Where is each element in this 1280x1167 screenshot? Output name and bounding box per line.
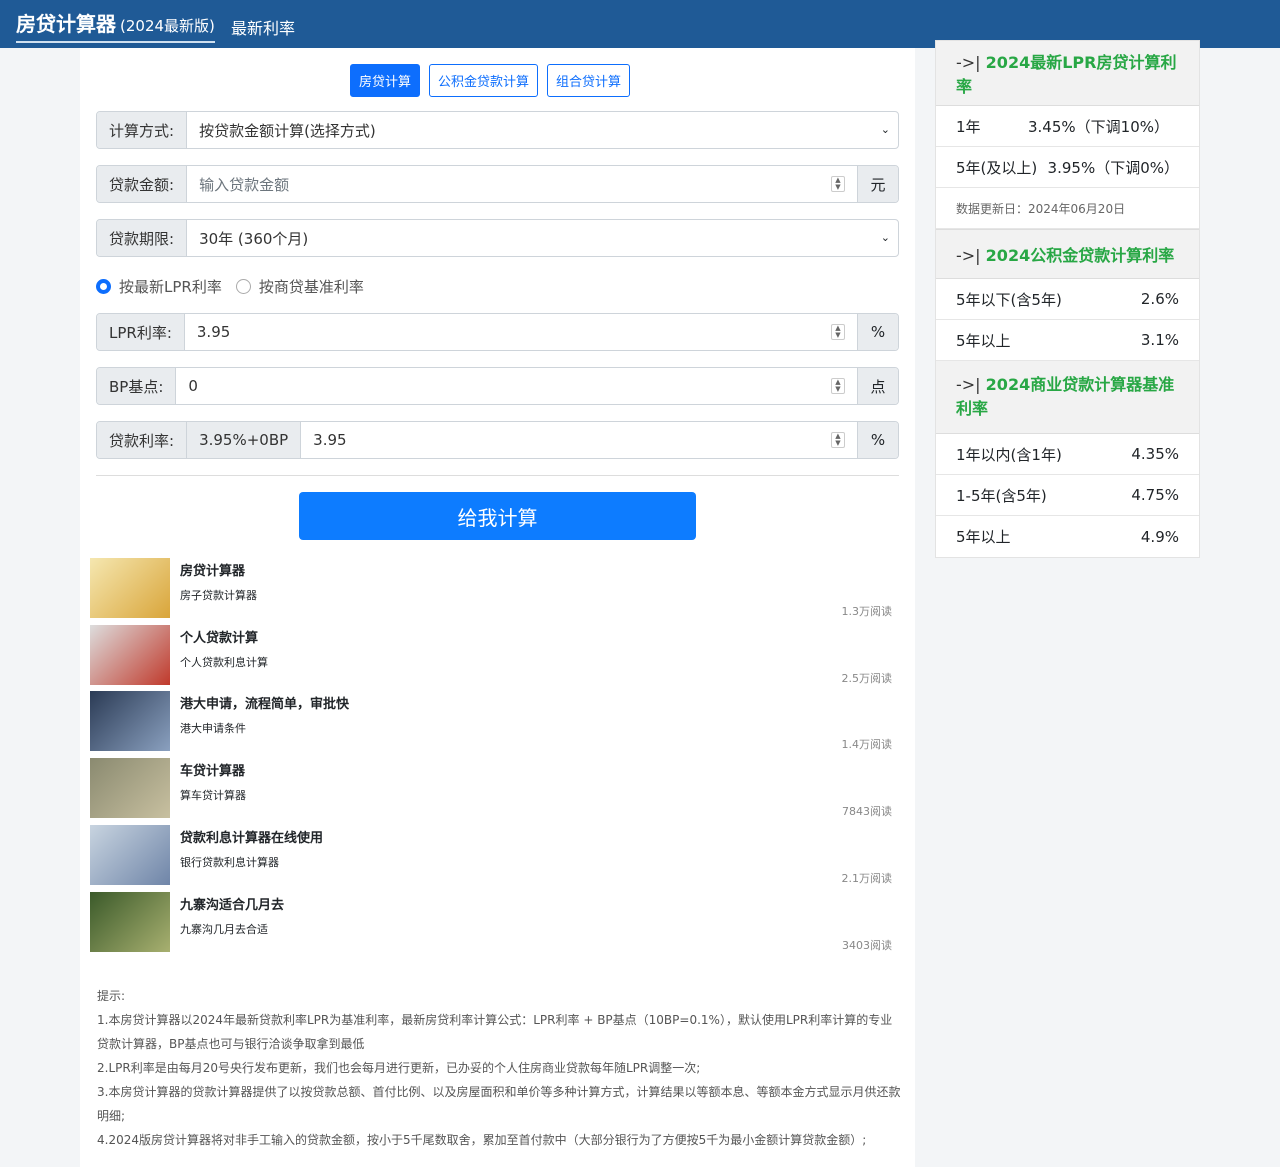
- site-logo[interactable]: 房贷计算器 (2024最新版): [16, 8, 215, 43]
- lpr-rate-card: ->| 2024最新LPR房贷计算利率 1年 3.45%（下调10%） 5年(及以…: [935, 40, 1200, 558]
- rate-row: 5年以上 3.1%: [936, 320, 1199, 361]
- article-reads: 7843阅读: [842, 805, 892, 819]
- rate-row: 1年以内(含1年) 4.35%: [936, 434, 1199, 475]
- article-subtitle: 银行贷款利息计算器: [180, 855, 279, 869]
- radio-base-label: 按商贷基准利率: [258, 278, 364, 296]
- rate-input[interactable]: 3.95 ▲ ▼: [301, 422, 857, 458]
- lpr-input[interactable]: 3.95 ▲ ▼: [185, 314, 857, 350]
- article-title: 贷款利息计算器在线使用: [180, 830, 324, 846]
- lpr-unit: %: [857, 314, 898, 350]
- article-subtitle: 九寨沟几月去合适: [180, 922, 268, 936]
- radio-lpr[interactable]: 按最新LPR利率: [96, 276, 222, 297]
- article-thumbnail: [90, 758, 170, 819]
- rate-row: 5年以下(含5年) 2.6%: [936, 279, 1199, 320]
- article-item[interactable]: 贷款利息计算器在线使用 银行贷款利息计算器 2.1万阅读: [90, 824, 895, 887]
- term-label: 贷款期限:: [97, 220, 188, 256]
- term-select[interactable]: 贷款期限: 30年 (360个月) ⌄: [96, 219, 899, 257]
- chevron-down-icon: ⌄: [880, 123, 890, 136]
- bp-label: BP基点:: [97, 368, 177, 404]
- article-reads: 2.1万阅读: [841, 871, 893, 885]
- site-version: (2024最新版): [120, 17, 215, 35]
- site-title: 房贷计算器: [16, 12, 116, 36]
- article-subtitle: 算车贷计算器: [180, 789, 246, 803]
- tab-mortgage[interactable]: 房贷计算: [350, 64, 421, 97]
- article-reads: 1.3万阅读: [841, 605, 893, 618]
- divider: [96, 475, 899, 476]
- tip-item: 3.本房贷计算器的贷款计算器提供了以按贷款总额、首付比例、以及房屋面积和单价等多…: [97, 1085, 901, 1123]
- radio-lpr-label: 按最新LPR利率: [119, 278, 222, 296]
- amount-input[interactable]: 输入贷款金额 ▲ ▼: [187, 166, 857, 202]
- article-title: 九寨沟适合几月去: [180, 897, 285, 913]
- article-reads: 3403阅读: [842, 938, 892, 952]
- amount-label: 贷款金额:: [97, 166, 188, 202]
- bp-value: 0: [188, 377, 198, 395]
- tip-item: 1.本房贷计算器以2024年最新贷款利率LPR为基准利率，最新房贷利率计算公式：…: [97, 1013, 893, 1051]
- article-thumbnail: [90, 891, 170, 952]
- rate-row: 1-5年(含5年) 4.75%: [936, 475, 1199, 516]
- article-reads: 1.4万阅读: [841, 738, 893, 752]
- radio-base[interactable]: 按商贷基准利率: [235, 276, 364, 297]
- article-item[interactable]: 港大申请，流程简单，审批快 港大申请条件 1.4万阅读: [90, 691, 895, 753]
- rate-unit: %: [857, 422, 898, 458]
- biz-card-title: ->| 2024商业贷款计算器基准利率: [936, 361, 1199, 434]
- article-item[interactable]: 房贷计算器 房子贷款计算器 1.3万阅读: [90, 558, 895, 620]
- article-subtitle: 个人贷款利息计算: [180, 655, 268, 669]
- rate-row: 5年以上 4.9%: [956, 527, 1179, 547]
- tip-item: 4.2024版房贷计算器将对非手工输入的贷款金额，按小于5千尾数取舍，累加至首付…: [97, 1133, 867, 1147]
- lpr-card-title: ->| 2024最新LPR房贷计算利率: [936, 41, 1199, 106]
- radio-unchecked-icon: [235, 279, 251, 294]
- article-subtitle: 港大申请条件: [180, 722, 246, 736]
- article-title: 港大申请，流程简单，审批快: [180, 697, 350, 713]
- spinner-icon[interactable]: ▲ ▼: [831, 432, 845, 448]
- spinner-icon[interactable]: ▲ ▼: [831, 176, 845, 192]
- update-note: 数据更新日：2024年06月20日: [936, 188, 1199, 229]
- article-item[interactable]: 车贷计算器 算车贷计算器 7843阅读: [90, 758, 895, 820]
- tips: 提示: 1.本房贷计算器以2024年最新贷款利率LPR为基准利率，最新房贷利率计…: [97, 984, 902, 1152]
- radio-checked-icon: [96, 279, 111, 294]
- rate-value: 3.95: [313, 431, 347, 449]
- rate-row: 5年(及以上) 3.95%（下调0%）: [936, 147, 1199, 188]
- calculate-button[interactable]: 给我计算: [299, 492, 696, 540]
- article-item[interactable]: 九寨沟适合几月去 九寨沟几月去合适 3403阅读: [90, 891, 895, 954]
- spinner-icon[interactable]: ▲ ▼: [831, 378, 845, 394]
- method-label: 计算方式:: [97, 112, 188, 148]
- method-select[interactable]: 计算方式: 按贷款金额计算(选择方式) ⌄: [96, 111, 899, 149]
- article-thumbnail: [90, 691, 170, 752]
- article-reads: 2.5万阅读: [841, 671, 893, 685]
- amount-unit: 元: [857, 166, 898, 202]
- method-value: 按贷款金额计算(选择方式): [199, 121, 376, 140]
- article-title: 车贷计算器: [180, 764, 246, 780]
- article-thumbnail: [90, 558, 170, 618]
- rate-row: 1年 3.45%（下调10%）: [936, 106, 1199, 147]
- article-item[interactable]: 个人贷款计算 个人贷款利息计算 2.5万阅读: [90, 624, 895, 687]
- article-title: 房贷计算器: [180, 564, 246, 579]
- article-thumbnail: [90, 824, 170, 885]
- term-value: 30年 (360个月): [199, 229, 309, 248]
- amount-placeholder: 输入贷款金额: [199, 175, 290, 194]
- calculator-panel: 房贷计算 公积金贷款计算 组合贷计算 计算方式: 按贷款金额计算(选择方式) ⌄ 贷…: [80, 48, 915, 1167]
- lpr-label: LPR利率:: [97, 314, 185, 350]
- rate-label: 贷款利率:: [97, 422, 188, 458]
- bp-unit: 点: [857, 368, 898, 404]
- tips-title: 提示:: [97, 989, 126, 1003]
- tab-combo[interactable]: 组合贷计算: [547, 64, 631, 97]
- tip-item: 2.LPR利率是由每月20号央行发布更新，我们也会每月进行更新，已办妥的个人住房…: [97, 1061, 701, 1075]
- fund-card-title: ->| 2024公积金贷款计算利率: [936, 229, 1199, 279]
- rate-formula: 3.95%+0BP: [187, 422, 302, 458]
- spinner-icon[interactable]: ▲ ▼: [831, 324, 845, 340]
- tab-fund[interactable]: 公积金贷款计算: [429, 64, 539, 97]
- latest-rate-link[interactable]: 最新利率: [231, 15, 295, 39]
- article-thumbnail: [90, 624, 170, 685]
- lpr-value: 3.95: [196, 323, 231, 341]
- chevron-down-icon: ⌄: [880, 231, 890, 244]
- article-title: 个人贷款计算: [180, 630, 259, 646]
- bp-input[interactable]: 0 ▲ ▼: [176, 368, 857, 404]
- article-subtitle: 房子贷款计算器: [180, 589, 257, 602]
